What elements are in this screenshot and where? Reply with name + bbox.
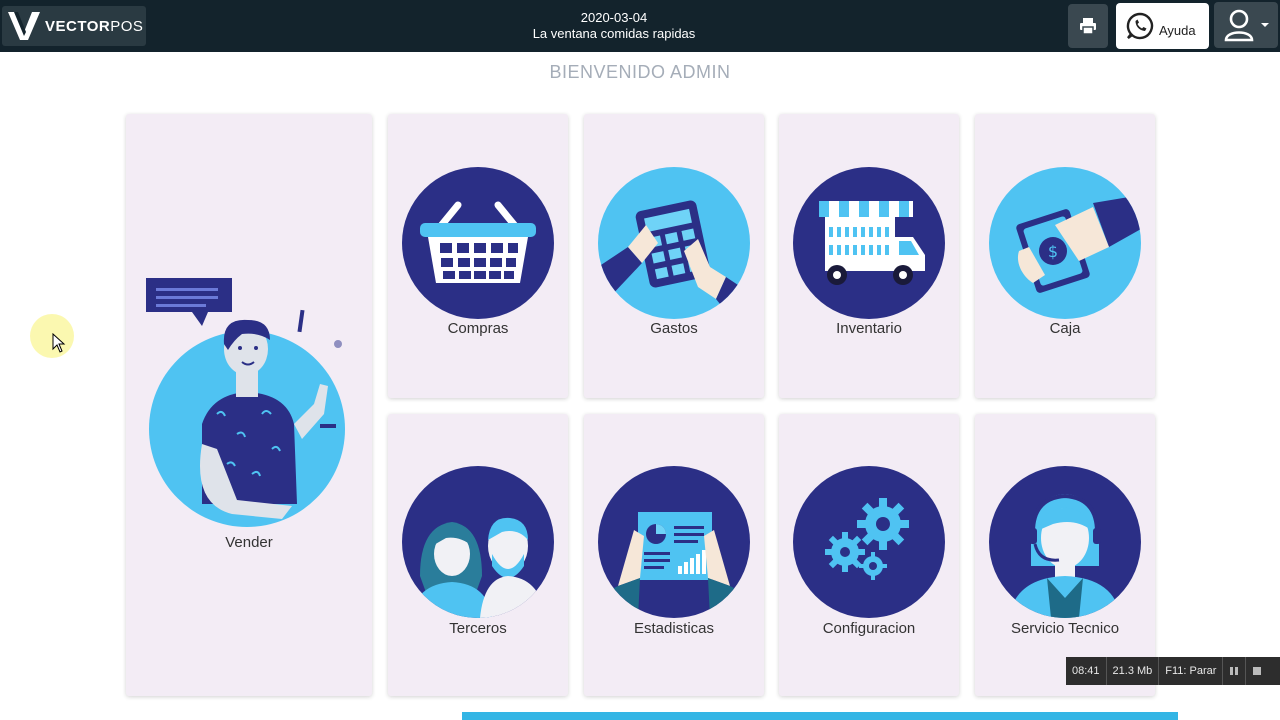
people-icon	[402, 466, 554, 618]
top-bar: VECTORPOS 2020-03-04 La ventana comidas …	[0, 0, 1280, 52]
business-name: La ventana comidas rapidas	[532, 26, 696, 41]
tile-gastos[interactable]: Gastos	[584, 114, 764, 398]
truck-icon	[793, 167, 945, 319]
tile-servicio-tecnico[interactable]: Servicio Tecnico	[975, 414, 1155, 696]
logo-text: VECTORPOS	[45, 17, 144, 35]
calculator-icon	[598, 167, 750, 319]
salesperson-icon	[146, 278, 345, 527]
tile-caja[interactable]: $ Caja	[975, 114, 1155, 398]
tile-configuracion[interactable]: Configuracion	[779, 414, 959, 696]
user-menu-button[interactable]	[1214, 2, 1278, 48]
tile-label: Gastos	[650, 320, 698, 337]
recorder-stop-hint[interactable]: F11: Parar	[1159, 657, 1224, 685]
tile-estadisticas[interactable]: Estadisticas	[584, 414, 764, 696]
recorder-status-bar: 08:41 21.3 Mb F11: Parar	[1066, 657, 1280, 685]
logo-v-icon	[8, 12, 40, 40]
tile-label: Compras	[447, 320, 509, 337]
recorder-time: 08:41	[1066, 657, 1107, 685]
print-button[interactable]	[1068, 4, 1108, 48]
report-icon	[598, 466, 750, 618]
chevron-down-icon	[1261, 23, 1269, 27]
gears-icon	[793, 466, 945, 618]
tile-terceros[interactable]: Terceros	[388, 414, 568, 696]
whatsapp-icon	[1126, 12, 1154, 40]
tile-inventario[interactable]: Inventario	[779, 114, 959, 398]
recorder-size: 21.3 Mb	[1107, 657, 1160, 685]
tile-label: Caja	[1049, 320, 1081, 337]
current-date: 2020-03-04	[580, 10, 648, 25]
tile-compras[interactable]: Compras	[388, 114, 568, 398]
stop-icon[interactable]	[1246, 657, 1268, 685]
welcome-title: BIENVENIDO ADMIN	[549, 62, 731, 82]
support-agent-icon	[989, 466, 1141, 618]
cash-icon: $	[989, 167, 1141, 319]
printer-icon	[1080, 18, 1096, 35]
app-logo[interactable]: VECTORPOS	[2, 6, 146, 46]
tile-label: Estadisticas	[633, 620, 715, 637]
help-label: Ayuda	[1159, 22, 1196, 38]
sell-label: Vender	[225, 534, 273, 551]
session-info: 2020-03-04 La ventana comidas rapidas	[480, 10, 748, 42]
bottom-progress-bar	[462, 712, 1178, 720]
tile-label: Servicio Tecnico	[1010, 620, 1120, 637]
tile-label: Inventario	[836, 320, 902, 337]
tile-label: Terceros	[449, 620, 507, 637]
help-button[interactable]: Ayuda	[1116, 3, 1209, 49]
tile-label: Configuracion	[822, 620, 916, 637]
pause-icon[interactable]	[1223, 657, 1247, 685]
sell-card[interactable]: Vender	[126, 114, 372, 696]
user-icon	[1224, 9, 1254, 42]
svg-text:$: $	[1048, 242, 1058, 261]
mouse-cursor-icon	[52, 333, 66, 353]
basket-icon	[402, 167, 554, 319]
